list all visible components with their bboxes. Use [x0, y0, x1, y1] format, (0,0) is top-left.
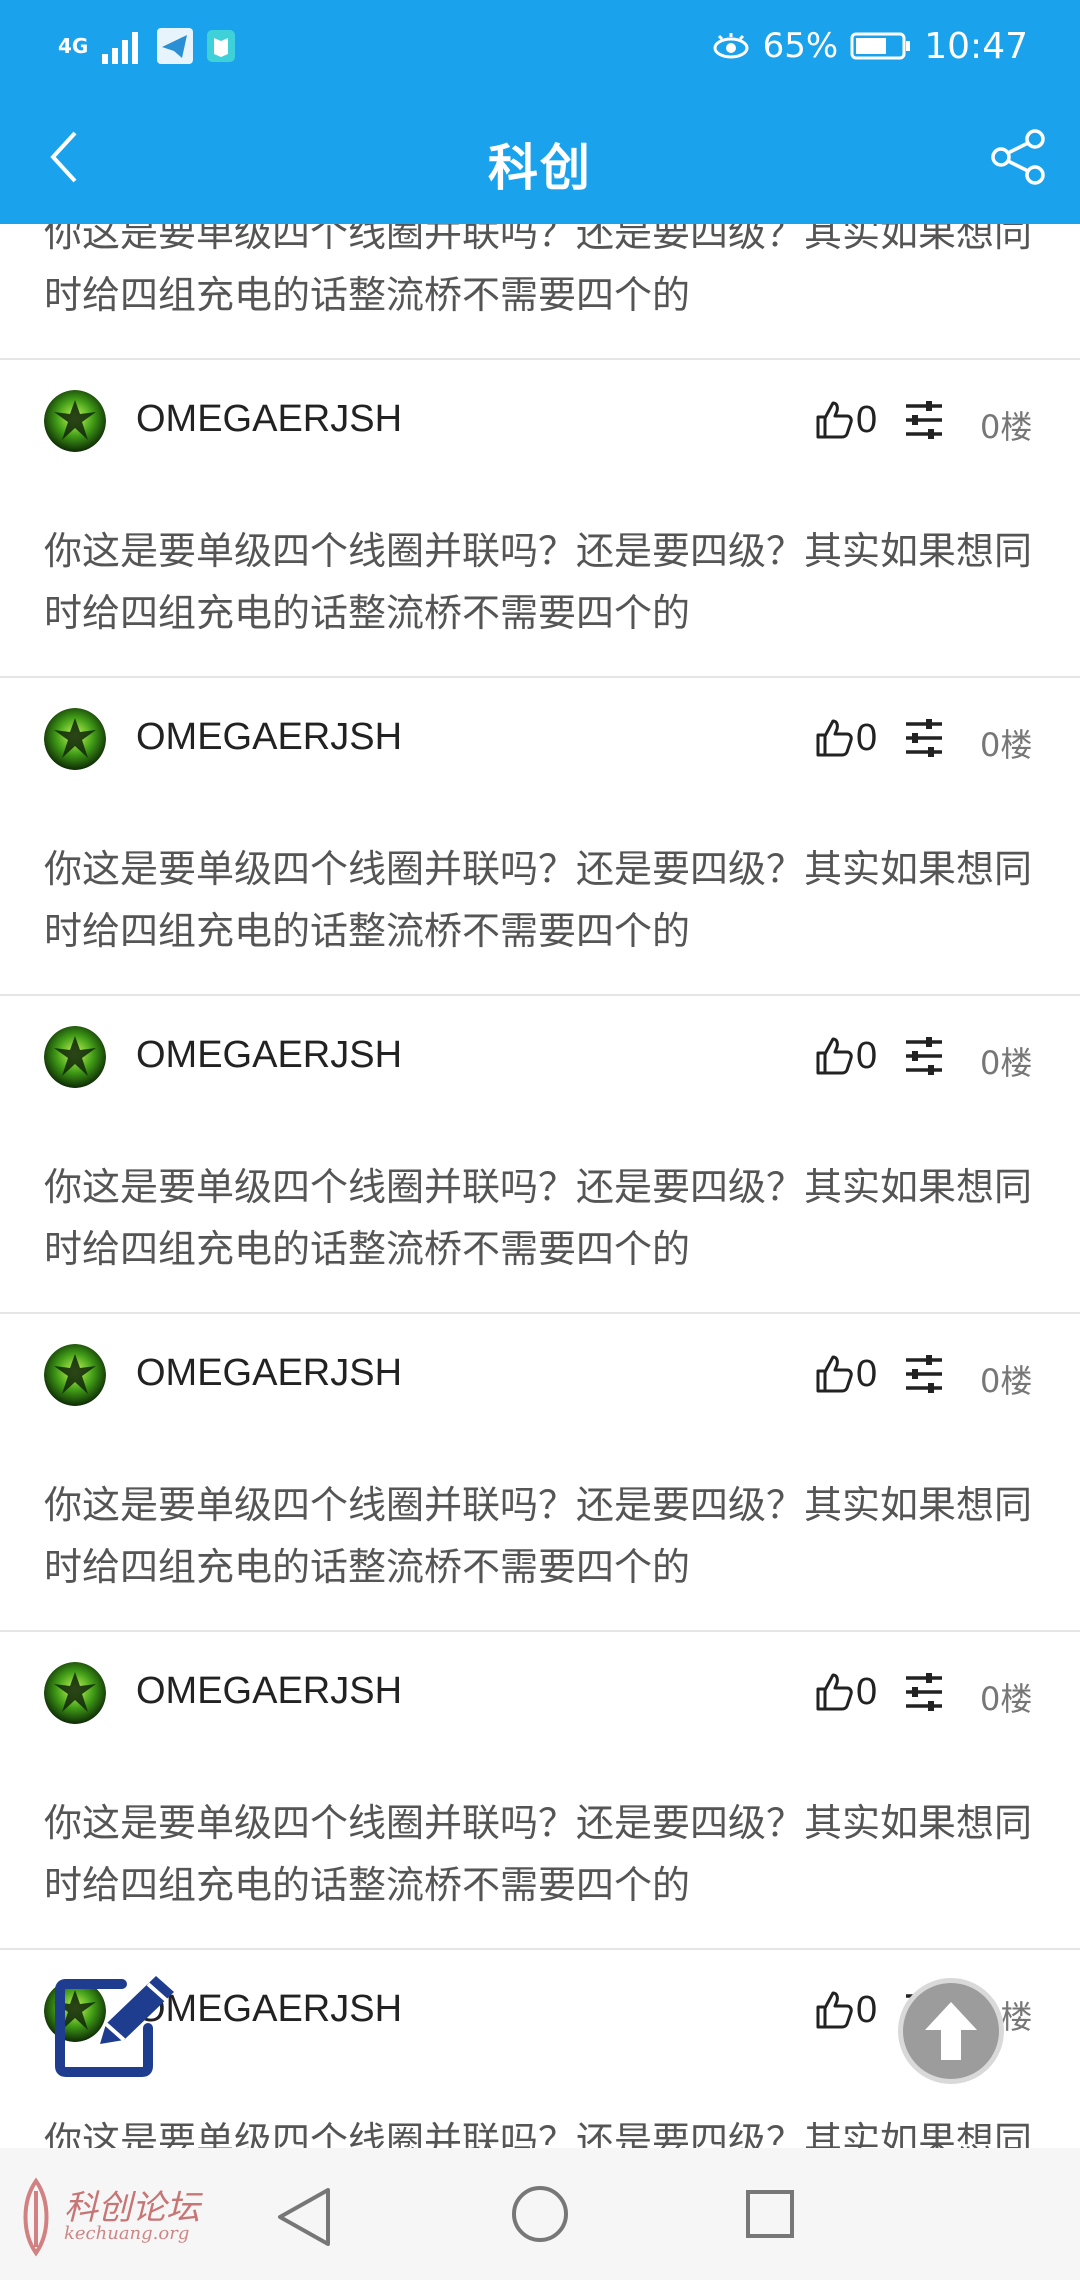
nav-recents-button[interactable]	[740, 2184, 800, 2244]
triangle-back-icon	[278, 2188, 330, 2246]
arrow-up-icon	[925, 2002, 977, 2060]
like-button[interactable]: 0	[814, 390, 877, 450]
username[interactable]: OMEGAERJSH	[136, 716, 402, 759]
like-count: 0	[856, 1988, 878, 2031]
like-button[interactable]: 0	[814, 708, 877, 768]
avatar[interactable]	[44, 708, 106, 770]
compose-button[interactable]	[52, 1970, 180, 2080]
like-button[interactable]: 0	[814, 1662, 877, 1722]
post-header: OMEGAERJSH 0 0楼	[0, 1632, 1080, 1752]
thumbs-up-icon	[816, 1991, 853, 2029]
post-body: 你这是要单级四个线圈并联吗？还是要四级？其实如果想同时给四组充电的话整流桥不需要…	[44, 1165, 1033, 1271]
sliders-icon	[906, 719, 942, 757]
edit-icon	[55, 1976, 174, 2077]
post-body: 你这是要单级四个线圈并联吗？还是要四级？其实如果想同时给四组充电的话整流桥不需要…	[44, 224, 1033, 317]
list-item-partial: 你这是要单级四个线圈并联吗？还是要四级？其实如果想同时给四组充电的话整流桥不需要…	[0, 224, 1080, 358]
like-count: 0	[856, 716, 878, 759]
filter-button[interactable]	[900, 1350, 948, 1398]
floor-number: 0楼	[980, 1044, 1033, 1082]
post-header: OMEGAERJSH 0 0楼	[0, 360, 1080, 480]
avatar[interactable]	[44, 1026, 106, 1088]
signal-icon	[102, 32, 139, 64]
nav-back-button[interactable]	[270, 2184, 340, 2250]
filter-button[interactable]	[900, 714, 948, 762]
thumbs-up-icon	[816, 1355, 853, 1393]
status-bar: 4G 65% 10:47	[0, 0, 1080, 92]
watermark: 科创论坛 kechuang.org	[14, 2172, 200, 2262]
avatar-image	[44, 1026, 106, 1088]
post-header: OMEGAERJSH 0 0楼	[0, 678, 1080, 798]
floor-number: 0楼	[980, 726, 1033, 764]
watermark-title: 科创论坛	[64, 2188, 200, 2228]
list-item: OMEGAERJSH 0 0楼 你这是要单级四个线圈并联吗？还是要四级？其实如果…	[0, 358, 1080, 676]
eye-comfort-icon	[713, 33, 749, 59]
thumbs-up-icon	[816, 401, 853, 439]
clock: 10:47	[924, 25, 1028, 67]
floor-number: 0楼	[980, 1362, 1033, 1400]
post-body: 你这是要单级四个线圈并联吗？还是要四级？其实如果想同时给四组充电的话整流桥不需要…	[44, 2119, 1033, 2148]
sliders-icon	[906, 1355, 942, 1393]
username[interactable]: OMEGAERJSH	[136, 1352, 402, 1395]
like-count: 0	[856, 1034, 878, 1077]
username[interactable]: OMEGAERJSH	[136, 398, 402, 441]
avatar-image	[44, 1344, 106, 1406]
like-button[interactable]: 0	[814, 1980, 877, 2040]
avatar[interactable]	[44, 390, 106, 452]
header: 4G 65% 10:47 科创	[0, 0, 1080, 224]
like-button[interactable]: 0	[814, 1344, 877, 1404]
share-icon	[991, 129, 1045, 185]
like-count: 0	[856, 1352, 878, 1395]
avatar-image	[44, 708, 106, 770]
watermark-text: 科创论坛 kechuang.org	[64, 2191, 200, 2243]
watermark-site: kechuang.org	[64, 2223, 190, 2244]
app-bar: 科创	[0, 92, 1080, 224]
square-recents-icon	[746, 2190, 794, 2238]
thumbs-up-icon	[816, 1673, 853, 1711]
watermark-logo	[23, 2177, 49, 2257]
like-count: 0	[856, 398, 878, 441]
post-body: 你这是要单级四个线圈并联吗？还是要四级？其实如果想同时给四组充电的话整流桥不需要…	[44, 1483, 1033, 1589]
reply-list[interactable]: 你这是要单级四个线圈并联吗？还是要四级？其实如果想同时给四组充电的话整流桥不需要…	[0, 224, 1080, 2148]
filter-button[interactable]	[900, 1032, 948, 1080]
post-body: 你这是要单级四个线圈并联吗？还是要四级？其实如果想同时给四组充电的话整流桥不需要…	[44, 847, 1033, 953]
telegram-icon	[157, 28, 194, 64]
avatar-image	[44, 390, 106, 452]
sliders-icon	[906, 1037, 942, 1075]
scroll-top-button[interactable]	[898, 1978, 1004, 2084]
battery-icon	[850, 32, 911, 60]
nav-home-button[interactable]	[508, 2182, 572, 2246]
list-item: OMEGAERJSH 0 0楼 你这是要单级四个线圈并联吗？还是要四级？其实如果…	[0, 1630, 1080, 1948]
share-button[interactable]	[984, 122, 1054, 192]
like-button[interactable]: 0	[814, 1026, 877, 1086]
username[interactable]: OMEGAERJSH	[136, 1034, 402, 1077]
circle-home-icon	[512, 2186, 568, 2242]
filter-button[interactable]	[900, 396, 948, 444]
sliders-icon	[906, 1673, 942, 1711]
avatar[interactable]	[44, 1662, 106, 1724]
reader-app-icon	[207, 30, 236, 62]
page-title: 科创	[488, 139, 592, 197]
post-body: 你这是要单级四个线圈并联吗？还是要四级？其实如果想同时给四组充电的话整流桥不需要…	[44, 529, 1033, 635]
list-item: OMEGAERJSH 0 0楼 你这是要单级四个线圈并联吗？还是要四级？其实如果…	[0, 1312, 1080, 1630]
like-count: 0	[856, 1670, 878, 1713]
avatar-image	[44, 1662, 106, 1724]
list-item: OMEGAERJSH 0 0楼 你这是要单级四个线圈并联吗？还是要四级？其实如果…	[0, 994, 1080, 1312]
system-nav-bar: 科创论坛 kechuang.org	[0, 2148, 1080, 2280]
post-header: OMEGAERJSH 0 0楼	[0, 1314, 1080, 1434]
battery-percent: 65%	[762, 26, 839, 66]
thumbs-up-icon	[816, 719, 853, 757]
list-item: OMEGAERJSH 0 0楼 你这是要单级四个线圈并联吗？还是要四级？其实如果…	[0, 676, 1080, 994]
post-header: OMEGAERJSH 0 0楼	[0, 996, 1080, 1116]
post-body: 你这是要单级四个线圈并联吗？还是要四级？其实如果想同时给四组充电的话整流桥不需要…	[44, 1801, 1033, 1907]
floor-number: 0楼	[980, 408, 1033, 446]
status-left: 4G	[58, 24, 236, 68]
sliders-icon	[906, 401, 942, 439]
avatar[interactable]	[44, 1344, 106, 1406]
status-right: 65% 10:47	[711, 22, 1028, 70]
floor-number: 0楼	[980, 1680, 1033, 1718]
thumbs-up-icon	[816, 1037, 853, 1075]
filter-button[interactable]	[900, 1668, 948, 1716]
network-label: 4G	[58, 34, 89, 58]
username[interactable]: OMEGAERJSH	[136, 1670, 402, 1713]
